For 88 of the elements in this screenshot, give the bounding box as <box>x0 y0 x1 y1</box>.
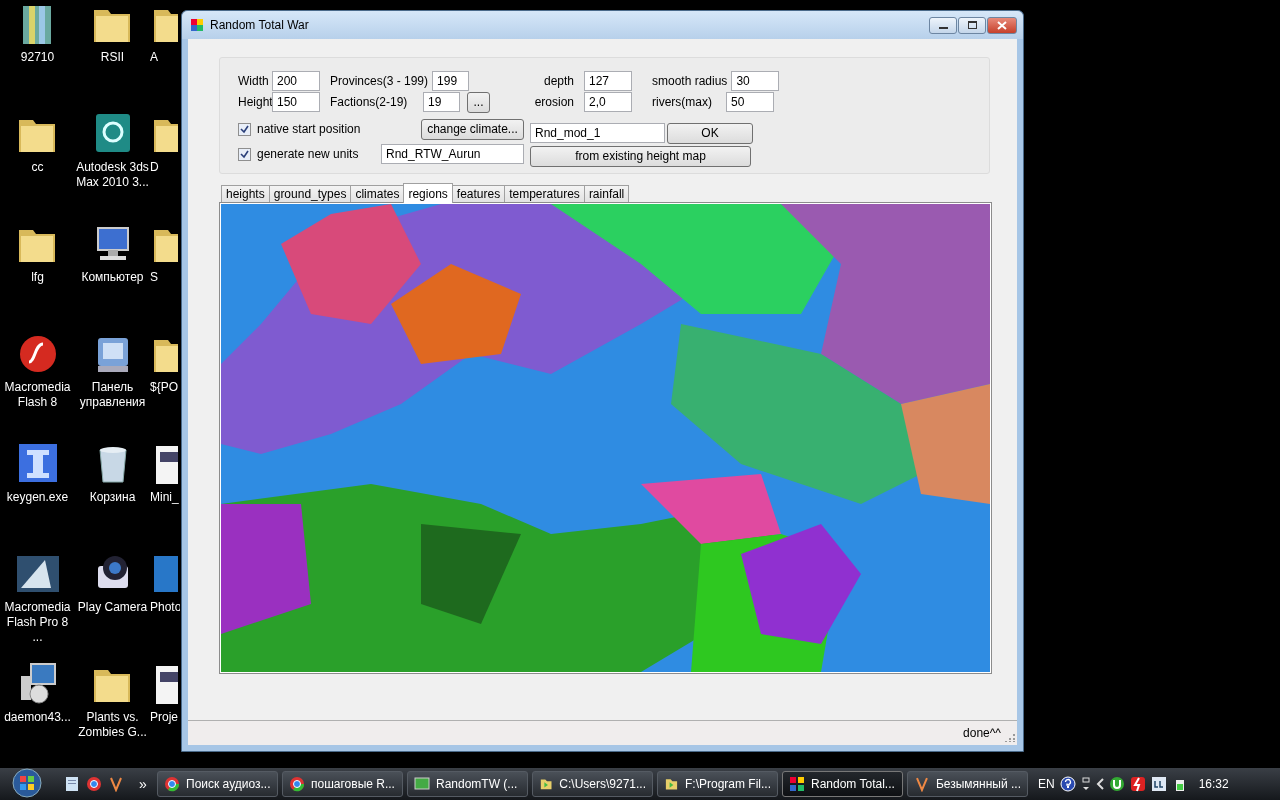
input-field[interactable]: 19 <box>423 92 460 112</box>
field-label: depth <box>542 74 574 88</box>
field-label: Provinces(3 - 199) <box>330 74 429 88</box>
close-button[interactable] <box>987 16 1017 34</box>
checkbox-label[interactable]: native start position <box>257 122 361 136</box>
desktop-icon-label[interactable]: Plants vs. Zombies G... <box>75 710 150 740</box>
taskbar-button[interactable]: RandomTW (... <box>407 771 528 797</box>
desktop-icon-label[interactable]: Play Camera <box>75 600 150 615</box>
desktop-icon-label[interactable]: cc <box>0 160 75 175</box>
tab[interactable]: heights <box>221 185 270 202</box>
input-field[interactable]: 200 <box>272 71 320 91</box>
folder-icon <box>664 776 679 792</box>
taskbar-button[interactable]: пошаговые R... <box>282 771 403 797</box>
desktop-icon-label[interactable]: A <box>150 50 158 65</box>
desktop-icon-label[interactable]: RSII <box>75 50 150 65</box>
input-field[interactable]: 30 <box>731 71 780 91</box>
desktop-icon-label[interactable]: D <box>150 160 159 175</box>
minimize-button[interactable] <box>929 16 957 34</box>
field-label: Width <box>238 74 270 88</box>
lightning-icon[interactable] <box>1129 776 1146 792</box>
input-field[interactable]: Rnd_RTW_Aurun <box>381 144 524 164</box>
checkmark-icon <box>240 149 249 159</box>
field-label: smooth radius <box>652 74 728 88</box>
taskbar-button[interactable]: Поиск аудиоз... <box>157 771 278 797</box>
checkbox-label[interactable]: generate new units <box>257 147 359 161</box>
taskbar-button[interactable]: C:\Users\9271... <box>532 771 653 797</box>
windows-logo-icon <box>12 768 42 798</box>
input-field[interactable]: 199 <box>432 71 470 91</box>
desktop-icon-label[interactable]: 92710 <box>0 50 75 65</box>
desktop-icon-label[interactable]: keygen.exe <box>0 490 75 505</box>
tab[interactable]: ground_types <box>268 185 352 202</box>
browser-icon[interactable] <box>86 776 102 792</box>
clock[interactable]: 16:32 <box>1198 777 1229 791</box>
desktop-icon-label[interactable]: S <box>150 270 158 285</box>
checkmark-icon <box>240 124 249 134</box>
overflow-button[interactable]: » <box>132 776 154 792</box>
desktop-icon-label[interactable]: Photo <box>150 600 180 615</box>
maximize-icon <box>967 20 977 30</box>
tab[interactable]: temperatures <box>504 185 585 202</box>
input-field[interactable]: 127 <box>584 71 632 91</box>
torrent-icon[interactable] <box>1108 776 1125 792</box>
field-label: Height <box>238 95 272 109</box>
field-label: Factions(2-19) <box>330 95 409 109</box>
more-button[interactable]: ... <box>467 91 490 113</box>
desktop-icon-label[interactable]: Mini_ <box>150 490 179 505</box>
desktop-icon-label[interactable]: daemon43... <box>0 710 75 725</box>
resize-grip-icon[interactable] <box>1005 732 1015 742</box>
height-map-button[interactable]: from existing height map <box>530 145 751 167</box>
browser-icon <box>164 776 180 792</box>
desktop-icon-label[interactable]: Корзина <box>75 490 150 505</box>
input-field[interactable]: 2,0 <box>584 92 632 112</box>
change-climate-button[interactable]: change climate... <box>421 118 524 140</box>
help-icon[interactable] <box>1059 776 1076 792</box>
tab[interactable]: rainfall <box>583 185 630 202</box>
input-field[interactable]: 50 <box>726 92 774 112</box>
checkbox[interactable] <box>238 147 251 161</box>
input-field[interactable]: Rnd_mod_1 <box>530 123 665 143</box>
tab[interactable]: features <box>451 185 506 202</box>
tray-app-icon[interactable] <box>1150 776 1167 792</box>
desktop-icon-label[interactable]: Autodesk 3ds Max 2010 3... <box>75 160 150 190</box>
chevron-icon[interactable] <box>1095 776 1104 792</box>
minimize-icon <box>938 26 948 29</box>
browser-icon <box>289 776 305 792</box>
tab[interactable]: climates <box>350 185 405 202</box>
taskbar-button[interactable]: Random Total... <box>782 771 903 797</box>
desktop-icon-label[interactable]: Macromedia Flash Pro 8 ... <box>0 600 75 645</box>
input-field[interactable]: 150 <box>272 92 320 112</box>
desktop-icon-label[interactable]: Панель управления <box>75 380 150 410</box>
taskbar-button[interactable]: F:\Program Fil... <box>657 771 778 797</box>
desktop-icon-label[interactable]: Компьютер <box>75 270 150 285</box>
app-icon <box>190 18 204 32</box>
field-label: rivers(max) <box>652 95 713 109</box>
checkbox[interactable] <box>238 122 251 136</box>
taskbar-button[interactable]: Безымянный ... <box>907 771 1028 797</box>
window-title: Random Total War <box>210 18 310 32</box>
desktop-icon-label[interactable]: Macromedia Flash 8 <box>0 380 75 410</box>
notepad-icon[interactable] <box>64 776 80 792</box>
maximize-button[interactable] <box>958 16 986 34</box>
desktop-icon-label[interactable]: ${PO <box>150 380 179 395</box>
field-label: erosion <box>533 95 574 109</box>
status-text: done^^ <box>963 726 1001 740</box>
ok-button[interactable]: OK <box>667 122 753 144</box>
close-icon <box>997 20 1007 30</box>
app-icon <box>789 776 805 792</box>
desktop-icon-label[interactable]: lfg <box>0 270 75 285</box>
desktop-icon-label[interactable]: Proje <box>150 710 178 725</box>
language-indicator[interactable]: EN <box>1038 777 1055 791</box>
tab[interactable]: regions <box>403 183 453 203</box>
